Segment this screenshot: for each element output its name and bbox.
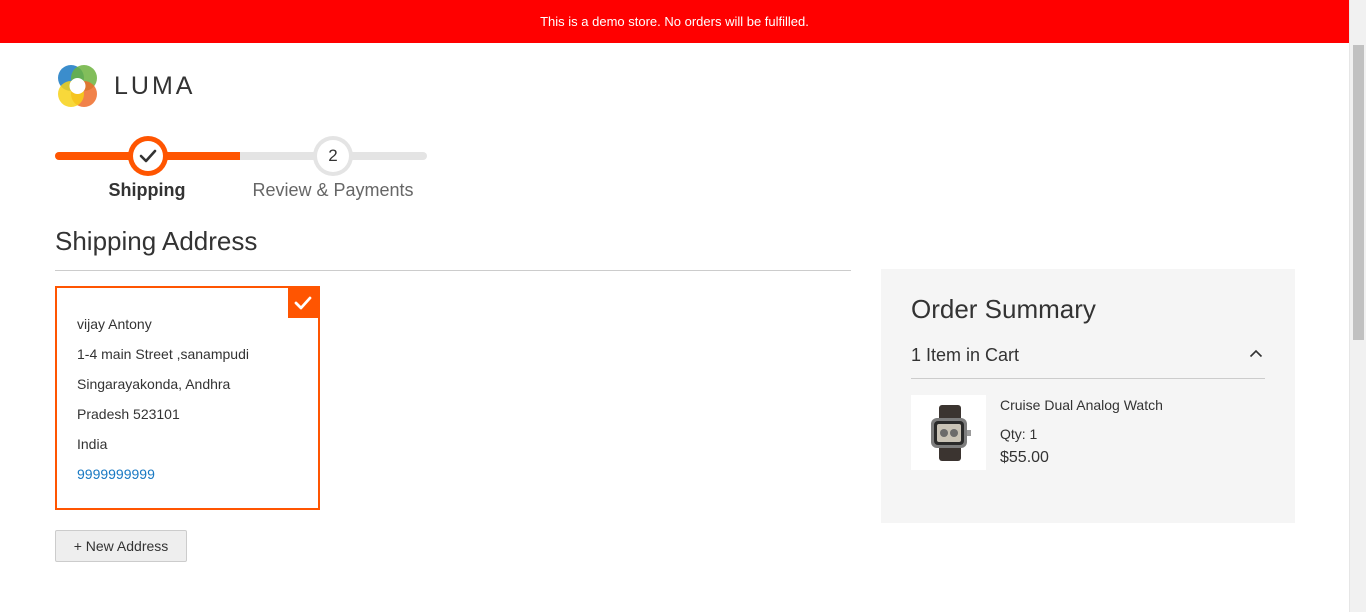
product-name: Cruise Dual Analog Watch (1000, 397, 1163, 413)
scrollbar-thumb[interactable] (1353, 45, 1364, 340)
checkmark-icon (294, 296, 312, 310)
items-in-cart-label: 1 Item in Cart (911, 345, 1020, 365)
product-price: $55.00 (1000, 449, 1049, 466)
luma-logo-text: LUMA (114, 72, 196, 100)
step-shipping-indicator (128, 136, 168, 176)
selected-address-check (288, 288, 318, 318)
address-region: Pradesh 523101 (77, 406, 180, 422)
step-shipping-label: Shipping (108, 180, 186, 200)
address-phone-link[interactable]: 9999999999 (77, 464, 249, 494)
step-review-indicator: 2 (313, 136, 353, 176)
luma-logo[interactable]: LUMA (55, 64, 195, 109)
address-country: India (77, 436, 108, 452)
shipping-address-title: Shipping Address (55, 226, 258, 256)
selected-shipping-address-card[interactable]: vijay Antony 1-4 main Street ,sanampudi … (55, 286, 320, 510)
chevron-up-icon (1249, 349, 1263, 358)
items-in-cart-toggle[interactable]: 1 Item in Cart (911, 345, 1265, 379)
product-quantity: Qty: 1 (1000, 426, 1038, 442)
shipping-title-divider (55, 270, 851, 271)
luma-logo-icon (55, 64, 100, 109)
product-thumbnail (911, 395, 986, 470)
checkout-progress-bar: Shipping 2 Review & Payments (55, 132, 427, 202)
step-review-payments-label: Review & Payments (252, 180, 414, 200)
demo-store-notice-text: This is a demo store. No orders will be … (540, 14, 809, 29)
order-summary-panel: Order Summary 1 Item in Cart Cruise Dual… (881, 269, 1295, 523)
order-summary-title: Order Summary (911, 294, 1096, 324)
address-city: Singarayakonda, Andhra (77, 376, 231, 392)
address-details: vijay Antony 1-4 main Street ,sanampudi … (77, 314, 249, 494)
step-review-number: 2 (317, 140, 349, 172)
new-address-button[interactable]: + New Address (55, 530, 187, 562)
watch-image (930, 404, 971, 461)
address-name: vijay Antony (77, 316, 152, 332)
page-scrollbar[interactable] (1349, 0, 1366, 612)
address-street: 1-4 main Street ,sanampudi (77, 346, 249, 362)
checkmark-icon (139, 149, 157, 163)
demo-store-notice: This is a demo store. No orders will be … (0, 0, 1349, 43)
